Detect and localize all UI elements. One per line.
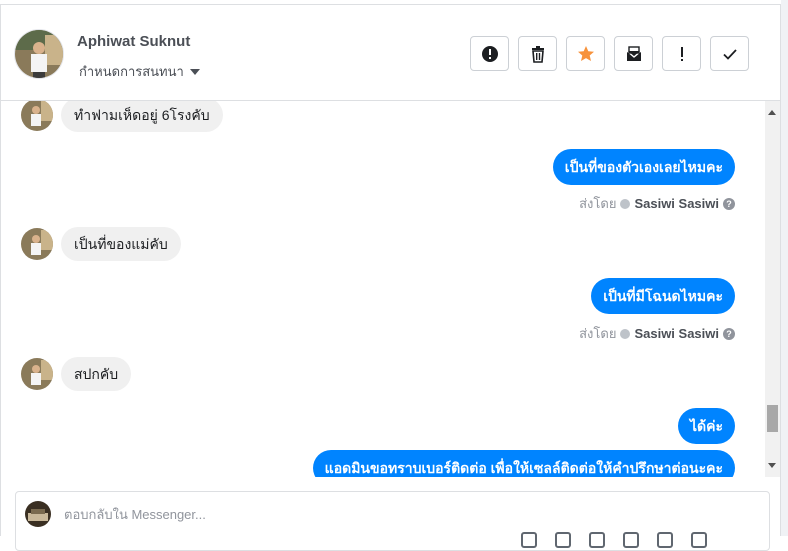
message-thread[interactable]: ทำฟามเห็ดอยู่ 6โรงคับ เป็นที่ของตัวเองเล… [1,101,765,477]
image-icon[interactable] [623,532,639,548]
assign-conversation-dropdown[interactable]: กำหนดการสนทนา [79,61,200,82]
star-button[interactable] [566,36,605,71]
envelope-open-icon [626,45,641,61]
caret-down-icon [189,69,200,75]
incoming-message: เป็นที่ของแม่คับ [21,227,181,261]
assign-conversation-label: กำหนดการสนทนา [79,64,184,79]
saved-reply-icon[interactable] [555,532,571,548]
message-bubble[interactable]: ทำฟามเห็ดอยู่ 6โรงคับ [61,101,223,132]
attach-icon[interactable] [521,532,537,548]
contact-avatar-small[interactable] [21,228,53,260]
sender-name[interactable]: Sasiwi Sasiwi [634,326,719,341]
message-bubble[interactable]: แอดมินขอทราบเบอร์ติดต่อ เพื่อให้เซลล์ติด… [312,450,735,477]
outgoing-message: แอดมินขอทราบเบอร์ติดต่อ เพื่อให้เซลล์ติด… [312,450,735,477]
gif-icon[interactable] [657,532,673,548]
conversation-frame: Aphiwat Suknut กำหนดการสนทนา ทำฟามเห็ดอย… [0,4,781,551]
help-icon[interactable]: ? [723,327,735,340]
incoming-message: สปกคับ [21,357,132,391]
sender-status-icon [620,328,631,339]
contact-avatar-small[interactable] [21,101,53,131]
reply-composer [15,491,770,551]
scroll-down-arrow-icon[interactable] [768,463,776,468]
sent-by-info: ส่งโดย Sasiwi Sasiwi ? [579,193,735,214]
page-avatar [25,501,51,527]
sender-status-icon [620,198,631,209]
window-edge [781,0,788,536]
outgoing-message: ได้ค่ะ [677,408,735,444]
sent-by-label: ส่งโดย [579,196,617,211]
report-button[interactable] [470,36,509,71]
outgoing-message: เป็นที่ของตัวเองเลยไหมคะ [552,149,735,185]
contact-avatar[interactable] [14,29,64,79]
contact-name[interactable]: Aphiwat Suknut [77,33,190,50]
sent-by-label: ส่งโดย [579,326,617,341]
incoming-message: ทำฟามเห็ดอยู่ 6โรงคับ [21,101,223,132]
message-bubble[interactable]: เป็นที่มีโฉนดไหมคะ [591,278,735,314]
reply-input[interactable] [64,504,664,524]
more-icon[interactable] [691,532,707,548]
message-bubble[interactable]: สปกคับ [61,357,132,391]
outgoing-message: เป็นที่มีโฉนดไหมคะ [591,278,735,314]
mark-unread-button[interactable] [614,36,653,71]
messenger-inbox-panel: Aphiwat Suknut กำหนดการสนทนา ทำฟามเห็ดอย… [0,0,788,551]
trash-icon [531,45,544,63]
contact-avatar-small[interactable] [21,358,53,390]
emoji-icon[interactable] [589,532,605,548]
mark-done-button[interactable] [710,36,749,71]
exclamation-icon [680,46,683,61]
exclamation-circle-icon [481,45,498,62]
message-bubble[interactable]: เป็นที่ของตัวเองเลยไหมคะ [552,149,735,185]
thread-scrollbar[interactable] [765,101,780,477]
conversation-actions [470,36,749,71]
composer-tools [521,532,707,548]
conversation-header: Aphiwat Suknut กำหนดการสนทนา [1,5,780,101]
flag-button[interactable] [662,36,701,71]
star-icon [577,45,594,61]
delete-button[interactable] [518,36,557,71]
scrollbar-thumb[interactable] [767,405,778,432]
scroll-up-arrow-icon[interactable] [768,110,776,115]
help-icon[interactable]: ? [723,197,735,210]
sender-name[interactable]: Sasiwi Sasiwi [634,196,719,211]
message-bubble[interactable]: ได้ค่ะ [677,408,735,444]
sent-by-info: ส่งโดย Sasiwi Sasiwi ? [579,323,735,344]
message-bubble[interactable]: เป็นที่ของแม่คับ [61,227,181,261]
check-icon [722,48,737,60]
